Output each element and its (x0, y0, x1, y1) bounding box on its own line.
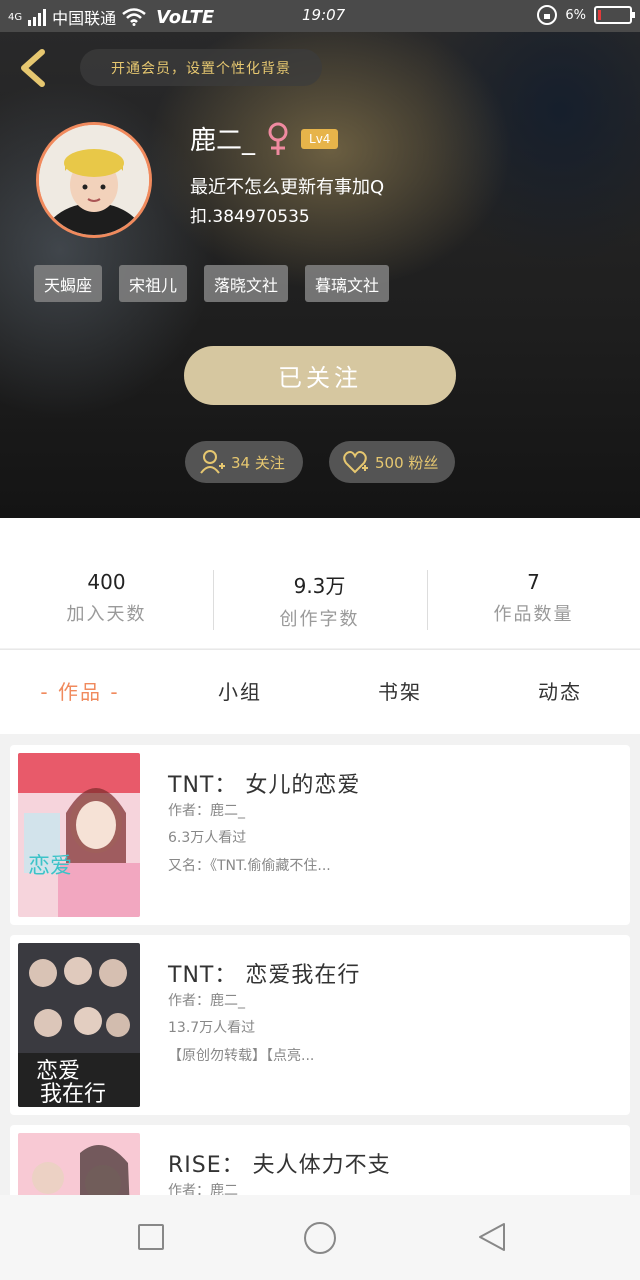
book-cover (18, 1133, 140, 1204)
fans-button[interactable]: 500 粉丝 (329, 441, 455, 483)
work-title: TNT： 恋爱我在行 (168, 963, 361, 988)
stat-days: 400 加入天数 (0, 570, 213, 626)
book-cover: 恋爱 我在行 (18, 943, 140, 1107)
status-bar: 4G 中国联通 VoLTE 19:07 6% (0, 0, 640, 32)
work-author: 作者：鹿二_ (168, 993, 245, 1009)
heart-plus-icon (343, 451, 368, 474)
system-nav-bar (0, 1195, 640, 1280)
stat-value: 7 (527, 570, 540, 594)
work-card[interactable]: 恋爱 TNT： 女儿的恋爱 作者：鹿二_ 6.3万人看过 又名：《TNT.偷偷藏… (10, 745, 630, 925)
work-card[interactable]: 恋爱 我在行 TNT： 恋爱我在行 作者：鹿二_ 13.7万人看过 【原创勿转载… (10, 935, 630, 1115)
add-user-icon (200, 450, 225, 474)
rotation-lock-icon (537, 5, 558, 25)
tag[interactable]: 暮璃文社 (305, 265, 390, 302)
tab-bar: - 作品 - 小组 书架 动态 (0, 649, 640, 734)
volte-indicator: VoLTE (156, 6, 215, 28)
vip-banner[interactable]: 开通会员，设置个性化背景 (80, 49, 322, 86)
avatar-image (39, 125, 149, 235)
following-count: 34 关注 (231, 453, 285, 472)
tag[interactable]: 落晓文社 (204, 265, 289, 302)
work-title: TNT： 女儿的恋爱 (168, 773, 361, 798)
follow-button[interactable]: 已关注 (184, 346, 456, 405)
network-type: 4G (8, 11, 23, 23)
recent-apps-icon[interactable] (138, 1224, 164, 1250)
svg-text:我在行: 我在行 (40, 1082, 106, 1107)
tab-works[interactable]: - 作品 - (0, 676, 160, 705)
stat-works: 7 作品数量 (427, 570, 640, 626)
female-icon (268, 122, 288, 155)
work-desc: 【原创勿转载】【点亮... (168, 1048, 315, 1064)
svg-text:恋爱: 恋爱 (36, 1059, 80, 1084)
tab-activity[interactable]: 动态 (480, 676, 640, 705)
user-bio: 最近不怎么更新有事加Q (190, 177, 385, 198)
tab-bookshelf[interactable]: 书架 (320, 676, 480, 705)
tag[interactable]: 天蝎座 (34, 265, 103, 302)
work-views: 6.3万人看过 (168, 830, 247, 846)
carrier-name: 中国联通 (52, 9, 117, 28)
book-cover: 恋爱 (18, 753, 140, 917)
fans-count: 500 粉丝 (375, 453, 439, 472)
work-author: 作者：鹿二_ (168, 803, 245, 819)
stat-label: 作品数量 (493, 604, 574, 625)
work-desc: 又名：《TNT.偷偷藏不住... (168, 858, 331, 874)
tag[interactable]: 宋祖儿 (119, 265, 188, 302)
stat-words: 9.3万 创作字数 (213, 570, 426, 631)
avatar[interactable] (36, 122, 152, 238)
battery-icon (594, 6, 635, 24)
profile-header: 4G 中国联通 VoLTE 19:07 6% 开通会员，设置个性化背景 鹿二_ … (0, 0, 640, 518)
following-button[interactable]: 34 关注 (185, 441, 303, 483)
stats-panel: 400 加入天数 9.3万 创作字数 7 作品数量 (0, 518, 640, 648)
stat-label: 加入天数 (66, 604, 147, 625)
work-card[interactable]: RISE： 夫人体力不支 作者：鹿二_ (10, 1125, 630, 1204)
wifi-icon (122, 8, 146, 26)
works-list: 恋爱 TNT： 女儿的恋爱 作者：鹿二_ 6.3万人看过 又名：《TNT.偷偷藏… (0, 734, 640, 1204)
user-name: 鹿二_ (190, 126, 256, 156)
home-icon[interactable] (303, 1221, 337, 1255)
battery-percent: 6% (565, 7, 586, 23)
tag-list: 天蝎座 宋祖儿 落晓文社 暮璃文社 (34, 265, 390, 302)
stat-value: 9.3万 (293, 574, 346, 598)
user-qq: 扣.384970535 (190, 207, 310, 227)
stat-label: 创作字数 (279, 609, 360, 630)
clock: 19:07 (302, 6, 346, 24)
back-icon[interactable] (478, 1222, 506, 1252)
work-views: 13.7万人看过 (168, 1020, 256, 1036)
back-arrow-icon[interactable] (16, 48, 52, 88)
work-title: RISE： 夫人体力不支 (168, 1153, 391, 1178)
signal-icon (28, 8, 47, 26)
svg-text:恋爱: 恋爱 (28, 854, 72, 879)
tab-groups[interactable]: 小组 (160, 676, 320, 705)
stat-value: 400 (87, 570, 126, 594)
level-badge: Lv4 (301, 128, 339, 149)
